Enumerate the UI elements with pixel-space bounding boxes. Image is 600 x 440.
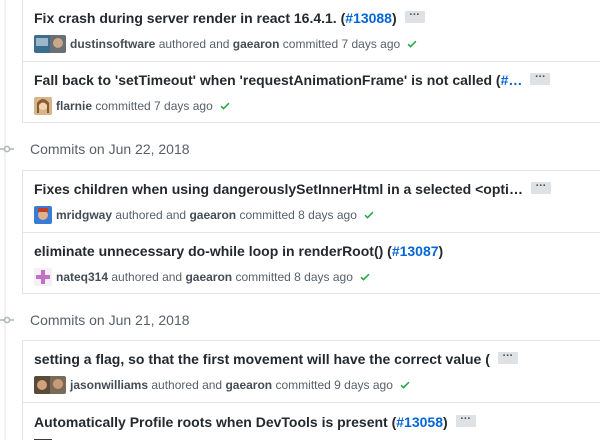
commit-row: Fixes children when using dangerouslySet… (23, 171, 600, 233)
commit-title[interactable]: Fall back to 'setTimeout' when 'requestA… (34, 72, 501, 88)
commit-row: eliminate unnecessary do-while loop in r… (23, 233, 600, 295)
commit-icon (0, 141, 16, 157)
commit-meta: nateq314 authored and gaearon committed … (34, 268, 371, 286)
author-link[interactable]: dustinsoftware (70, 37, 155, 51)
check-icon[interactable] (359, 271, 371, 283)
ellipsis-button[interactable]: … (530, 177, 551, 195)
commit-icon (0, 312, 16, 328)
commit-message[interactable]: Fix crash during server render in react … (34, 6, 425, 26)
commit-list-box-top: Fix crash during server render in react … (22, 0, 600, 123)
ellipsis-button[interactable]: … (497, 347, 518, 365)
commit-message[interactable]: eliminate unnecessary do-while loop in r… (34, 243, 443, 259)
commit-time: committed 8 days ago (235, 270, 353, 284)
commit-group-heading: Commits on Jun 21, 2018 (0, 312, 190, 328)
pr-link[interactable]: #… (501, 72, 523, 88)
ellipsis-button[interactable]: … (530, 68, 551, 86)
committer-link[interactable]: gaearon (189, 208, 236, 222)
avatar[interactable] (34, 376, 66, 394)
commit-row: Fall back to 'setTimeout' when 'requestA… (23, 62, 600, 124)
commit-message[interactable]: Automatically Profile roots when DevTool… (34, 410, 476, 430)
commit-row: Fix crash during server render in react … (23, 0, 600, 62)
author-link[interactable]: mridgway (56, 208, 112, 222)
avatar[interactable] (34, 268, 52, 286)
author-link[interactable]: nateq314 (56, 270, 108, 284)
commit-title[interactable]: eliminate unnecessary do-while loop in r… (34, 243, 392, 259)
timeline-line (4, 0, 6, 440)
commit-time: committed 7 days ago (282, 37, 401, 51)
pr-link[interactable]: #13058 (396, 414, 443, 430)
commit-meta: dustinsoftware authored and gaearon comm… (34, 35, 418, 53)
commit-title-tail: ) (391, 10, 397, 26)
commit-message[interactable]: Fall back to 'setTimeout' when 'requestA… (34, 68, 551, 88)
pr-link[interactable]: #13088 (345, 10, 392, 26)
committer-link[interactable]: gaearon (185, 270, 232, 284)
commit-title-tail: ) (438, 243, 444, 259)
committer-link[interactable]: gaearon (225, 378, 272, 392)
check-icon[interactable] (406, 38, 418, 50)
pr-link[interactable]: #13087 (392, 243, 439, 259)
commit-list-box: Fixes children when using dangerouslySet… (22, 170, 600, 294)
commit-row: Automatically Profile roots when DevTool… (23, 403, 600, 440)
commit-meta: flarnie committed 7 days ago (34, 97, 231, 115)
committer-link[interactable]: gaearon (233, 37, 280, 51)
commit-group-heading: Commits on Jun 22, 2018 (0, 141, 190, 157)
check-icon[interactable] (219, 100, 231, 112)
authored-text: authored and (115, 208, 187, 222)
ellipsis-button[interactable]: … (455, 410, 476, 428)
commit-title-tail: ) (442, 414, 448, 430)
commit-title[interactable]: Fix crash during server render in react … (34, 10, 345, 26)
commit-meta: mridgway authored and gaearon committed … (34, 206, 375, 224)
avatar[interactable] (34, 35, 66, 53)
commit-row: setting a flag, so that the first moveme… (23, 341, 600, 403)
group-date: Commits on Jun 21, 2018 (30, 312, 190, 328)
commit-time: committed 9 days ago (275, 378, 393, 392)
authored-text: authored and (111, 270, 183, 284)
avatar[interactable] (34, 206, 52, 224)
commit-title[interactable]: Fixes children when using dangerouslySet… (34, 181, 523, 197)
author-link[interactable]: flarnie (56, 99, 92, 113)
commit-title[interactable]: setting a flag, so that the first moveme… (34, 351, 490, 367)
commit-message[interactable]: Fixes children when using dangerouslySet… (34, 177, 551, 197)
check-icon[interactable] (399, 379, 411, 391)
commit-meta: jasonwilliams authored and gaearon commi… (34, 376, 411, 394)
authored-text: authored and (158, 37, 230, 51)
check-icon[interactable] (363, 209, 375, 221)
commit-title[interactable]: Automatically Profile roots when DevTool… (34, 414, 396, 430)
ellipsis-button[interactable]: … (404, 6, 425, 24)
author-link[interactable]: jasonwilliams (70, 378, 148, 392)
commit-message[interactable]: setting a flag, so that the first moveme… (34, 347, 518, 367)
commit-time: committed 7 days ago (95, 99, 213, 113)
group-date: Commits on Jun 22, 2018 (30, 141, 190, 157)
commit-list-box: setting a flag, so that the first moveme… (22, 340, 600, 440)
commit-time: committed 8 days ago (239, 208, 357, 222)
authored-text: authored and (151, 378, 223, 392)
avatar[interactable] (34, 97, 52, 115)
